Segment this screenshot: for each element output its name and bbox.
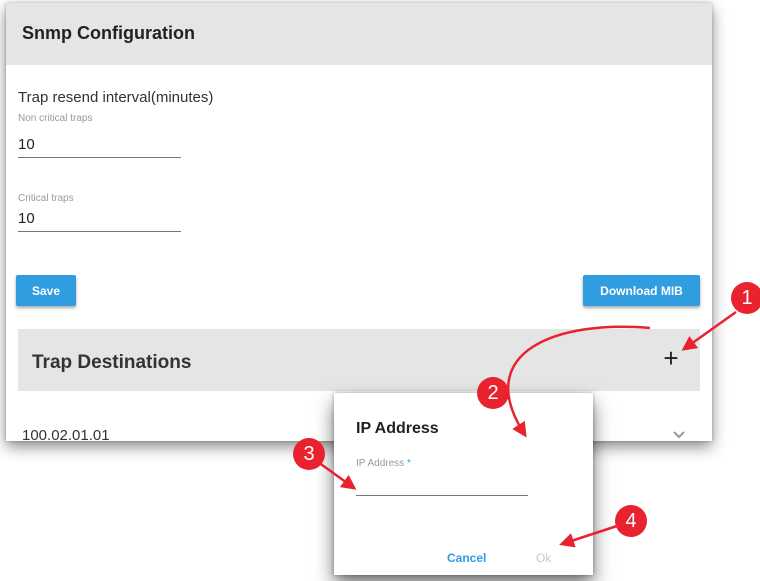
callout-badge-1: 1 — [731, 282, 760, 314]
callout-arrows — [317, 310, 737, 548]
callout-badge-2: 2 — [477, 377, 509, 409]
callout-3-arrow — [317, 460, 357, 490]
callout-badge-4: 4 — [615, 505, 647, 537]
callout-1-arrow — [681, 310, 737, 351]
callout-4-arrow — [559, 523, 621, 548]
callout-badge-3: 3 — [293, 438, 325, 470]
callout-2-arrow — [507, 325, 651, 438]
